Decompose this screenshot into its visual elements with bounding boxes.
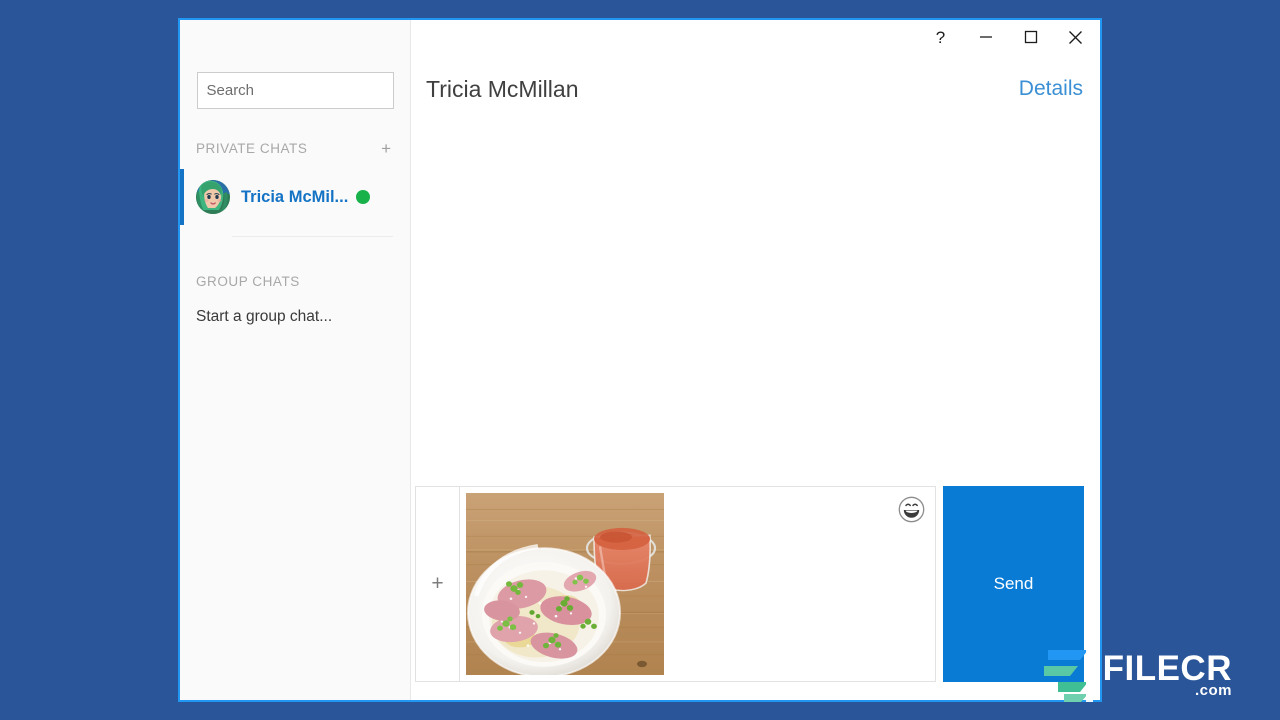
watermark-main-text: FILECR [1103,651,1232,686]
conversation-header: Tricia McMillan Details [411,60,1100,118]
attach-file-button[interactable]: + [415,486,459,682]
group-chats-title: GROUP CHATS [196,274,300,289]
private-chat-list: Tricia McMil... [180,169,410,237]
application-window: PRIVATE CHATS + [178,18,1102,702]
close-button[interactable] [1053,20,1098,54]
list-separator [232,236,393,237]
filecr-watermark-text: FILECR .com [1103,651,1232,698]
message-history[interactable] [411,118,1100,478]
emoji-picker-button[interactable] [898,496,925,523]
window-titlebar: ? [411,20,1100,60]
group-chats-section: GROUP CHATS Start a group chat... [180,270,410,326]
start-group-chat-button[interactable]: Start a group chat... [180,308,410,326]
minimize-button[interactable] [963,20,1008,54]
conversation-title: Tricia McMillan [426,76,579,103]
grinning-face-icon [898,496,925,523]
chat-item-name: Tricia McMil... [241,188,348,207]
help-button[interactable]: ? [918,20,963,54]
group-chats-header: GROUP CHATS [180,270,410,292]
avatar [196,180,230,214]
private-chats-title: PRIVATE CHATS [196,141,307,156]
maximize-button[interactable] [1008,20,1053,54]
message-composer: + [411,478,1100,700]
minimize-icon [979,30,993,44]
private-chats-header: PRIVATE CHATS + [180,137,410,159]
details-link[interactable]: Details [1019,77,1083,101]
main-panel: ? Tricia McMillan Details [411,20,1100,700]
message-input-area[interactable] [459,486,936,682]
maximize-icon [1024,30,1038,44]
sidebar: PRIVATE CHATS + [180,20,411,700]
online-status-dot [356,190,370,204]
search-input[interactable] [197,72,394,109]
send-button[interactable]: Send [943,486,1084,682]
watermark-sub-text: .com [1103,683,1232,698]
close-icon [1068,30,1083,45]
image-attachment-thumbnail[interactable] [466,493,664,675]
add-private-chat-button[interactable]: + [379,140,393,157]
chat-list-item-tricia-mcmillan[interactable]: Tricia McMil... [180,169,410,225]
